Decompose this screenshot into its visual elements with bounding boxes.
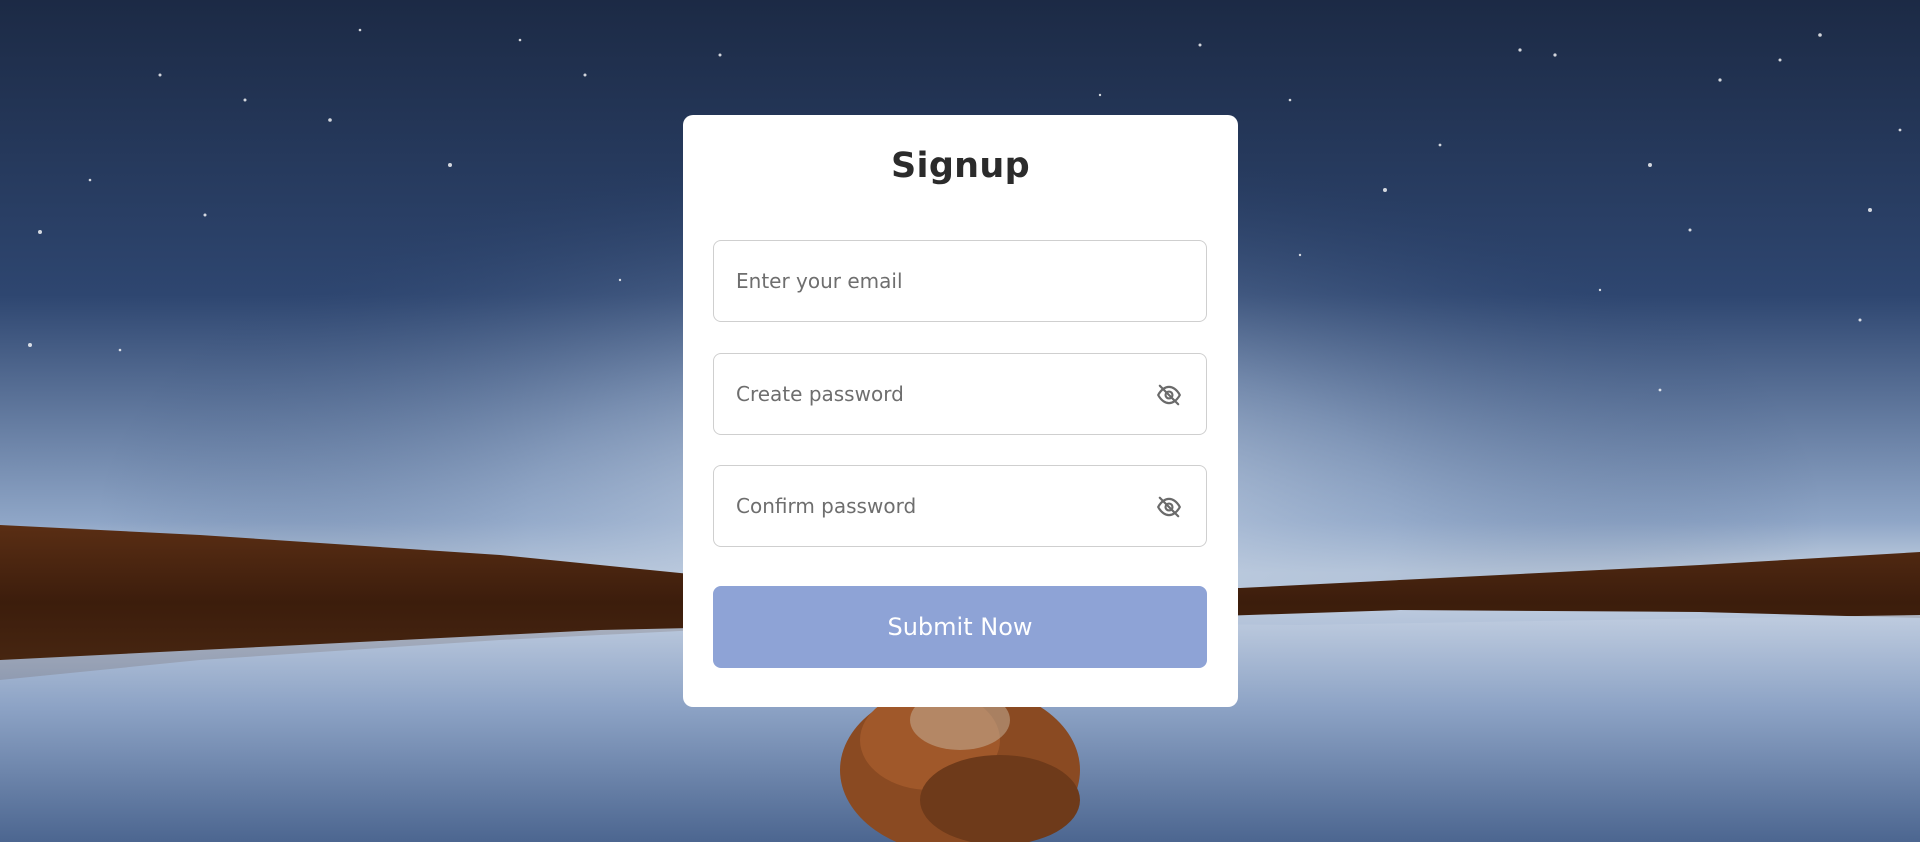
eye-slash-icon[interactable] (1156, 382, 1182, 408)
submit-button[interactable]: Submit Now (713, 586, 1207, 668)
eye-slash-icon[interactable] (1156, 494, 1182, 520)
confirm-password-field[interactable] (713, 465, 1207, 547)
signup-title: Signup (891, 146, 1030, 186)
signup-card: Signup Submit Now (683, 115, 1238, 707)
confirm-password-input[interactable] (714, 466, 1206, 546)
email-field[interactable] (713, 240, 1207, 322)
email-input[interactable] (714, 241, 1206, 321)
create-password-field[interactable] (713, 353, 1207, 435)
create-password-input[interactable] (714, 354, 1206, 434)
